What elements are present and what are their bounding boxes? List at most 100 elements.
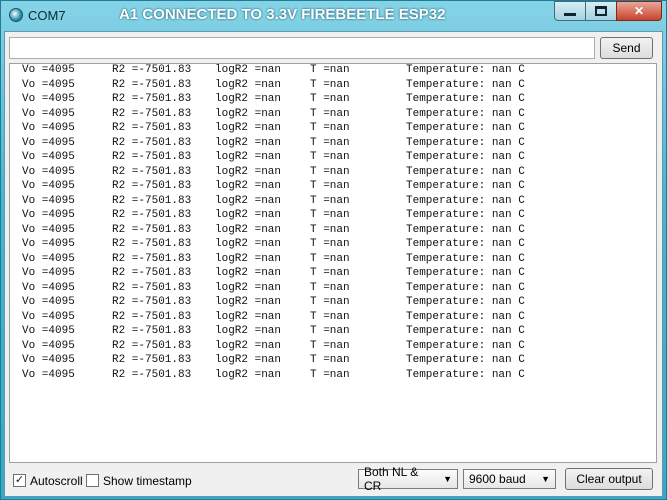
- vo-value: Vo =4095: [22, 136, 75, 149]
- logr2-value: logR2 =nan: [215, 252, 282, 265]
- r2-value: R2 =-7501.83: [112, 325, 192, 337]
- clear-output-button[interactable]: Clear output: [565, 468, 653, 490]
- r2-value: R2 =-7501.83: [112, 209, 192, 221]
- logr2-value: logR2 =nan: [215, 64, 282, 76]
- output-line: Vo =4095 R2 =-7501.83 logR2 =nan T =nan Temp…: [10, 166, 656, 181]
- logr2-value: logR2 =nan: [215, 339, 282, 352]
- t-value: T =nan: [310, 368, 350, 381]
- logr2-value: logR2 =nan: [215, 151, 282, 163]
- baud-select[interactable]: 9600 baud ▼: [463, 469, 556, 489]
- temperature-value: Temperature: nan C: [406, 296, 525, 308]
- autoscroll-label: Autoscroll: [30, 474, 83, 488]
- close-button[interactable]: ✕: [616, 1, 662, 21]
- vo-value: Vo =4095: [22, 194, 75, 207]
- temperature-value: Temperature: nan C: [406, 223, 525, 236]
- r2-value: R2 =-7501.83: [112, 136, 192, 149]
- temperature-value: Temperature: nan C: [406, 368, 525, 381]
- vo-value: Vo =4095: [22, 64, 75, 76]
- output-line: Vo =4095 R2 =-7501.83 logR2 =nan T =nan Temp…: [10, 108, 656, 123]
- output-line: Vo =4095 R2 =-7501.83 logR2 =nan T =nan Temp…: [10, 79, 656, 94]
- t-value: T =nan: [310, 78, 350, 91]
- send-button[interactable]: Send: [600, 37, 653, 59]
- r2-value: R2 =-7501.83: [112, 368, 192, 381]
- vo-value: Vo =4095: [22, 354, 75, 366]
- logr2-value: logR2 =nan: [215, 78, 282, 91]
- logr2-value: logR2 =nan: [215, 209, 282, 221]
- r2-value: R2 =-7501.83: [112, 310, 192, 323]
- autoscroll-checkbox[interactable]: ✓: [13, 474, 26, 487]
- vo-value: Vo =4095: [22, 209, 75, 221]
- r2-value: R2 =-7501.83: [112, 252, 192, 265]
- temperature-value: Temperature: nan C: [406, 107, 525, 120]
- arduino-icon: [9, 8, 23, 22]
- vo-value: Vo =4095: [22, 296, 75, 308]
- output-line: Vo =4095 R2 =-7501.83 logR2 =nan T =nan Temp…: [10, 282, 656, 297]
- r2-value: R2 =-7501.83: [112, 223, 192, 236]
- t-value: T =nan: [310, 151, 350, 163]
- output-line: Vo =4095 R2 =-7501.83 logR2 =nan T =nan Temp…: [10, 253, 656, 268]
- title-bar[interactable]: COM7 A1 CONNECTED TO 3.3V FIREBEETLE ESP…: [1, 1, 666, 31]
- output-line: Vo =4095 R2 =-7501.83 logR2 =nan T =nan Temp…: [10, 354, 656, 369]
- timestamp-checkbox[interactable]: [86, 474, 99, 487]
- output-line: Vo =4095 R2 =-7501.83 logR2 =nan T =nan Temp…: [10, 93, 656, 108]
- r2-value: R2 =-7501.83: [112, 354, 192, 366]
- vo-value: Vo =4095: [22, 325, 75, 337]
- logr2-value: logR2 =nan: [215, 296, 282, 308]
- t-value: T =nan: [310, 180, 350, 192]
- t-value: T =nan: [310, 238, 350, 250]
- vo-value: Vo =4095: [22, 368, 75, 381]
- t-value: T =nan: [310, 296, 350, 308]
- minimize-icon: [564, 12, 576, 16]
- output-line: Vo =4095 R2 =-7501.83 logR2 =nan T =nan Temp…: [10, 180, 656, 195]
- t-value: T =nan: [310, 107, 350, 120]
- vo-value: Vo =4095: [22, 339, 75, 352]
- vo-value: Vo =4095: [22, 180, 75, 192]
- vo-value: Vo =4095: [22, 122, 75, 134]
- serial-output[interactable]: Vo =4095 R2 =-7501.83 logR2 =nan T =nan Temp…: [9, 63, 657, 463]
- r2-value: R2 =-7501.83: [112, 267, 192, 279]
- logr2-value: logR2 =nan: [215, 223, 282, 236]
- logr2-value: logR2 =nan: [215, 267, 282, 279]
- bottom-bar: ✓ Autoscroll Show timestamp Both NL & CR…: [5, 465, 662, 495]
- vo-value: Vo =4095: [22, 151, 75, 163]
- temperature-value: Temperature: nan C: [406, 354, 525, 366]
- logr2-value: logR2 =nan: [215, 325, 282, 337]
- r2-value: R2 =-7501.83: [112, 64, 192, 76]
- vo-value: Vo =4095: [22, 107, 75, 120]
- r2-value: R2 =-7501.83: [112, 93, 192, 105]
- logr2-value: logR2 =nan: [215, 281, 282, 294]
- r2-value: R2 =-7501.83: [112, 180, 192, 192]
- temperature-value: Temperature: nan C: [406, 64, 525, 76]
- vo-value: Vo =4095: [22, 267, 75, 279]
- temperature-value: Temperature: nan C: [406, 310, 525, 323]
- checkmark-icon: ✓: [14, 474, 25, 486]
- temperature-value: Temperature: nan C: [406, 209, 525, 221]
- temperature-value: Temperature: nan C: [406, 325, 525, 337]
- output-line: Vo =4095 R2 =-7501.83 logR2 =nan T =nan Temp…: [10, 325, 656, 340]
- r2-value: R2 =-7501.83: [112, 122, 192, 134]
- t-value: T =nan: [310, 194, 350, 207]
- t-value: T =nan: [310, 281, 350, 294]
- t-value: T =nan: [310, 165, 350, 178]
- r2-value: R2 =-7501.83: [112, 165, 192, 178]
- logr2-value: logR2 =nan: [215, 136, 282, 149]
- minimize-button[interactable]: [554, 1, 586, 21]
- r2-value: R2 =-7501.83: [112, 281, 192, 294]
- line-ending-select[interactable]: Both NL & CR ▼: [358, 465, 458, 493]
- temperature-value: Temperature: nan C: [406, 136, 525, 149]
- temperature-value: Temperature: nan C: [406, 151, 525, 163]
- close-icon: ✕: [633, 4, 645, 18]
- temperature-value: Temperature: nan C: [406, 281, 525, 294]
- maximize-button[interactable]: [585, 1, 617, 21]
- output-line: Vo =4095 R2 =-7501.83 logR2 =nan T =nan Temp…: [10, 311, 656, 326]
- output-line: Vo =4095 R2 =-7501.83 logR2 =nan T =nan Temp…: [10, 340, 656, 355]
- send-input[interactable]: [9, 37, 595, 59]
- vo-value: Vo =4095: [22, 238, 75, 250]
- logr2-value: logR2 =nan: [215, 368, 282, 381]
- t-value: T =nan: [310, 252, 350, 265]
- t-value: T =nan: [310, 339, 350, 352]
- t-value: T =nan: [310, 64, 350, 76]
- r2-value: R2 =-7501.83: [112, 238, 192, 250]
- output-line: Vo =4095 R2 =-7501.83 logR2 =nan T =nan Temp…: [10, 224, 656, 239]
- t-value: T =nan: [310, 325, 350, 337]
